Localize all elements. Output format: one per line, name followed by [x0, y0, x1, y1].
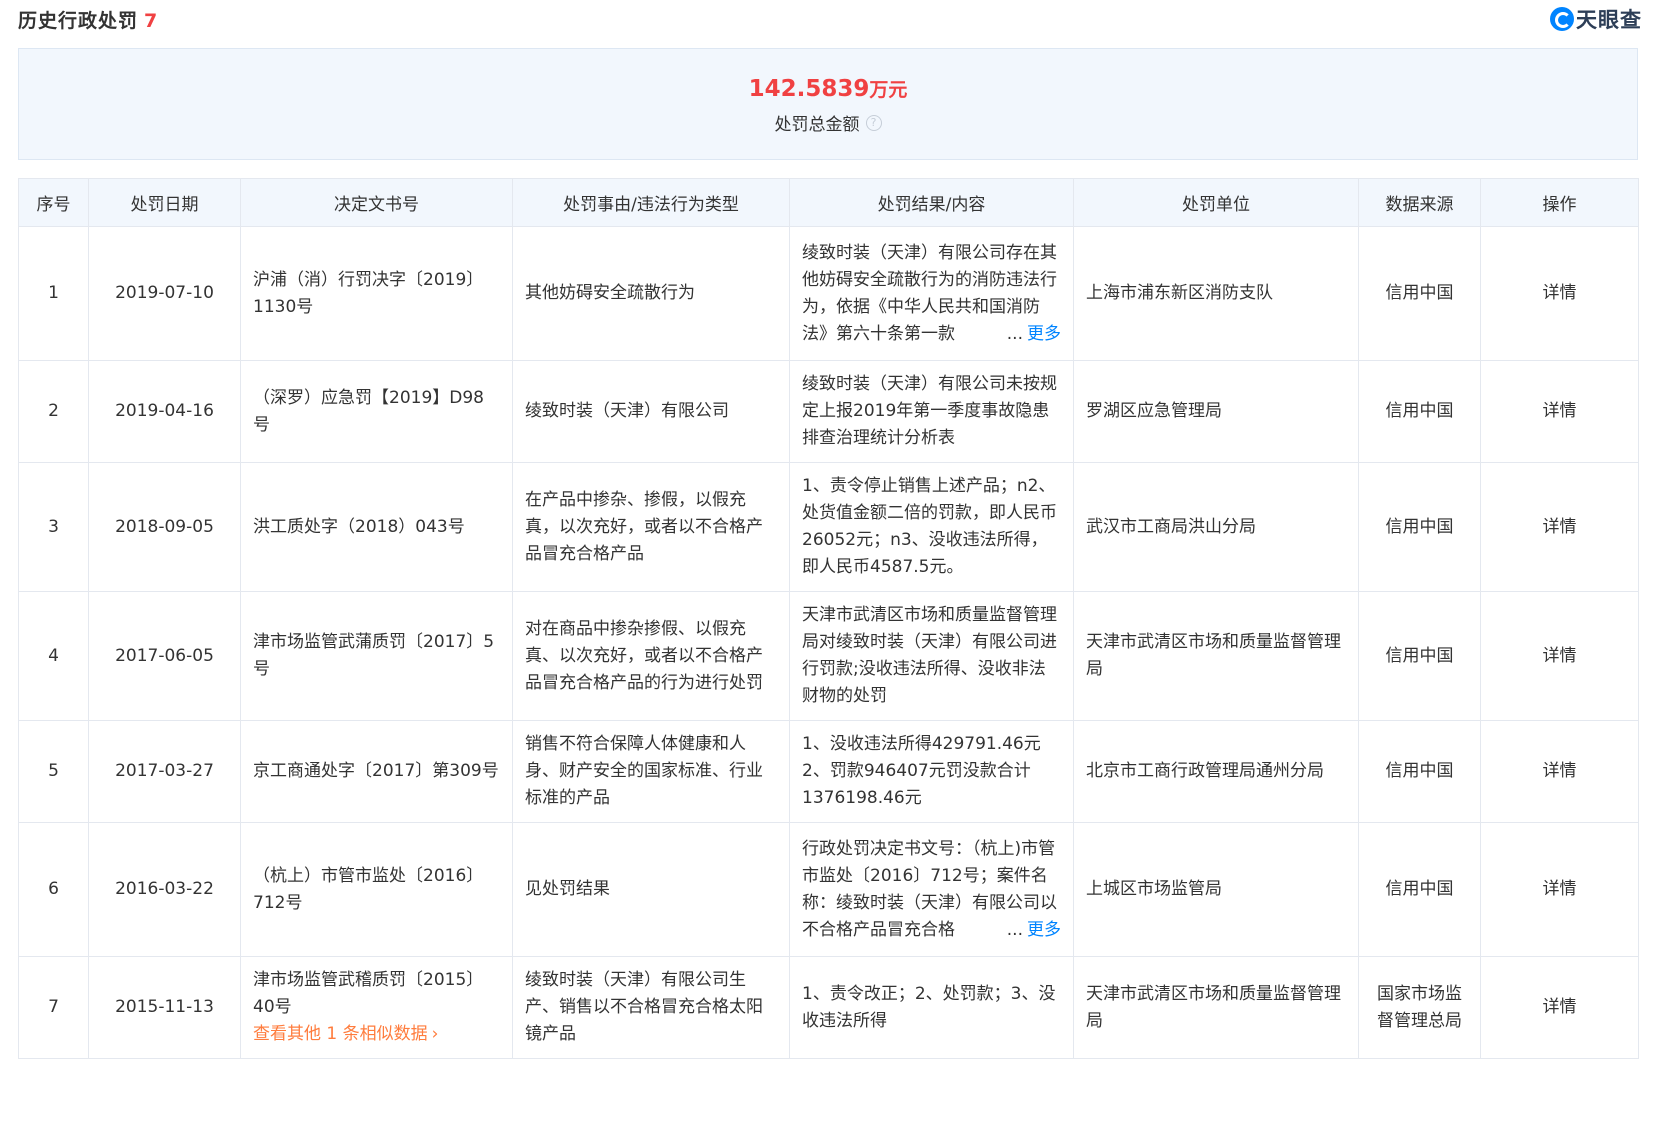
row-date: 2017-03-27: [88, 720, 241, 823]
row-doc-number: 津市场监管武蒲质罚〔2017〕5号: [240, 591, 513, 721]
row-result: 1、责令改正；2、处罚款；3、没收违法所得: [789, 956, 1074, 1059]
row-source: 信用中国: [1358, 462, 1481, 592]
penalty-total-label-row: 处罚总金额 ?: [775, 110, 882, 135]
detail-link[interactable]: 详情: [1480, 822, 1639, 957]
row-result: 绫致时装（天津）有限公司存在其他妨碍安全疏散行为的消防违法行为，依据《中华人民共…: [789, 226, 1074, 361]
brand-logo-text: 天眼查: [1576, 8, 1642, 32]
penalty-total-label: 处罚总金额: [774, 115, 860, 135]
tianyancha-logo-icon: [1550, 7, 1574, 31]
row-doc-number: 沪浦（消）行罚决字〔2019〕1130号: [240, 226, 513, 361]
row-date: 2016-03-22: [88, 822, 241, 957]
column-header-action: 操作: [1480, 178, 1639, 227]
row-index: 1: [18, 226, 89, 361]
row-result-wrap: 绫致时装（天津）有限公司存在其他妨碍安全疏散行为的消防违法行为，依据《中华人民共…: [802, 240, 1061, 348]
ellipsis: ...: [1006, 919, 1023, 940]
table-row: 4 2017-06-05 津市场监管武蒲质罚〔2017〕5号 对在商品中掺杂掺假…: [18, 591, 1639, 721]
row-date: 2019-07-10: [88, 226, 241, 361]
row-doc-number-cell: 津市场监管武稽质罚〔2015〕40号 查看其他 1 条相似数据 ›: [240, 956, 513, 1059]
brand-logo[interactable]: 天眼查: [1550, 4, 1642, 34]
table-row: 5 2017-03-27 京工商通处字〔2017〕第309号 销售不符合保障人体…: [18, 720, 1639, 823]
row-source: 信用中国: [1358, 226, 1481, 361]
row-index: 5: [18, 720, 89, 823]
section-title-text: 历史行政处罚: [18, 10, 139, 32]
chevron-right-icon: ›: [431, 1024, 439, 1044]
row-reason: 见处罚结果: [512, 822, 790, 957]
row-org: 北京市工商行政管理局通州分局: [1073, 720, 1359, 823]
detail-link[interactable]: 详情: [1480, 591, 1639, 721]
row-source: 国家市场监督管理总局: [1358, 956, 1481, 1059]
column-header-result: 处罚结果/内容: [789, 178, 1074, 227]
row-date: 2019-04-16: [88, 360, 241, 463]
row-index: 2: [18, 360, 89, 463]
row-date: 2015-11-13: [88, 956, 241, 1059]
column-header-doc-number: 决定文书号: [240, 178, 513, 227]
table-row: 6 2016-03-22 （杭上）市管市监处〔2016〕712号 见处罚结果 行…: [18, 822, 1639, 957]
row-date: 2018-09-05: [88, 462, 241, 592]
detail-link[interactable]: 详情: [1480, 956, 1639, 1059]
more-toggle[interactable]: ... 更多: [1000, 320, 1061, 348]
row-org: 罗湖区应急管理局: [1073, 360, 1359, 463]
row-date: 2017-06-05: [88, 591, 241, 721]
penalty-summary-card: 142.5839万元 处罚总金额 ?: [18, 48, 1638, 160]
row-org: 上城区市场监管局: [1073, 822, 1359, 957]
row-result: 1、责令停止销售上述产品；n2、处货值金额二倍的罚款，即人民币26052元；n3…: [789, 462, 1074, 592]
row-index: 7: [18, 956, 89, 1059]
row-reason: 其他妨碍安全疏散行为: [512, 226, 790, 361]
row-source: 信用中国: [1358, 822, 1481, 957]
penalty-table: 序号 处罚日期 决定文书号 处罚事由/违法行为类型 处罚结果/内容 处罚单位 数…: [18, 178, 1639, 1059]
similar-data-link[interactable]: 查看其他 1 条相似数据 ›: [253, 1021, 500, 1048]
similar-data-text: 查看其他 1 条相似数据: [253, 1024, 428, 1044]
column-header-date: 处罚日期: [88, 178, 241, 227]
row-source: 信用中国: [1358, 720, 1481, 823]
row-index: 6: [18, 822, 89, 957]
row-doc-number: 洪工质处字（2018）043号: [240, 462, 513, 592]
row-result: 行政处罚决定书文号：（杭上)市管市监处〔2016〕712号；案件名称：绫致时装（…: [789, 822, 1074, 957]
detail-link[interactable]: 详情: [1480, 360, 1639, 463]
row-reason: 销售不符合保障人体健康和人身、财产安全的国家标准、行业标准的产品: [512, 720, 790, 823]
row-result-wrap: 行政处罚决定书文号：（杭上)市管市监处〔2016〕712号；案件名称：绫致时装（…: [802, 836, 1061, 944]
column-header-org: 处罚单位: [1073, 178, 1359, 227]
penalty-total-value: 142.5839: [748, 76, 870, 102]
row-doc-number: 津市场监管武稽质罚〔2015〕40号: [253, 970, 484, 1017]
question-circle-icon[interactable]: ?: [865, 114, 882, 131]
row-org: 上海市浦东新区消防支队: [1073, 226, 1359, 361]
row-index: 3: [18, 462, 89, 592]
section-title: 历史行政处罚 7: [18, 6, 158, 33]
row-reason: 绫致时装（天津）有限公司: [512, 360, 790, 463]
row-result: 天津市武清区市场和质量监督管理局对绫致时装（天津）有限公司进行罚款;没收违法所得…: [789, 591, 1074, 721]
more-link[interactable]: 更多: [1027, 324, 1061, 344]
row-doc-number: 京工商通处字〔2017〕第309号: [240, 720, 513, 823]
row-org: 天津市武清区市场和质量监督管理局: [1073, 956, 1359, 1059]
table-header-row: 序号 处罚日期 决定文书号 处罚事由/违法行为类型 处罚结果/内容 处罚单位 数…: [18, 178, 1639, 227]
row-source: 信用中国: [1358, 360, 1481, 463]
section-count-badge: 7: [144, 10, 159, 32]
row-result: 1、没收违法所得429791.46元 2、罚款946407元罚没款合计13761…: [789, 720, 1074, 823]
page-header: 历史行政处罚 7 天眼查: [0, 0, 1656, 42]
row-source: 信用中国: [1358, 591, 1481, 721]
row-result: 绫致时装（天津）有限公司未按规定上报2019年第一季度事故隐患排查治理统计分析表: [789, 360, 1074, 463]
detail-link[interactable]: 详情: [1480, 720, 1639, 823]
table-row: 1 2019-07-10 沪浦（消）行罚决字〔2019〕1130号 其他妨碍安全…: [18, 226, 1639, 361]
table-row: 3 2018-09-05 洪工质处字（2018）043号 在产品中掺杂、掺假，以…: [18, 462, 1639, 592]
more-link[interactable]: 更多: [1027, 920, 1061, 940]
more-toggle[interactable]: ... 更多: [1000, 916, 1061, 944]
table-row: 2 2019-04-16 （深罗）应急罚【2019】D98号 绫致时装（天津）有…: [18, 360, 1639, 463]
column-header-source: 数据来源: [1358, 178, 1481, 227]
column-header-reason: 处罚事由/违法行为类型: [512, 178, 790, 227]
detail-link[interactable]: 详情: [1480, 462, 1639, 592]
row-org: 天津市武清区市场和质量监督管理局: [1073, 591, 1359, 721]
row-reason: 对在商品中掺杂掺假、以假充真、以次充好，或者以不合格产品冒充合格产品的行为进行处…: [512, 591, 790, 721]
ellipsis: ...: [1006, 323, 1023, 344]
row-doc-number: （杭上）市管市监处〔2016〕712号: [240, 822, 513, 957]
penalty-total-amount: 142.5839万元: [19, 75, 1637, 102]
row-reason: 绫致时装（天津）有限公司生产、销售以不合格冒充合格太阳镜产品: [512, 956, 790, 1059]
row-index: 4: [18, 591, 89, 721]
column-header-index: 序号: [18, 178, 89, 227]
row-doc-number: （深罗）应急罚【2019】D98号: [240, 360, 513, 463]
detail-link[interactable]: 详情: [1480, 226, 1639, 361]
penalty-total-unit: 万元: [869, 79, 908, 101]
table-row: 7 2015-11-13 津市场监管武稽质罚〔2015〕40号 查看其他 1 条…: [18, 956, 1639, 1059]
row-org: 武汉市工商局洪山分局: [1073, 462, 1359, 592]
row-reason: 在产品中掺杂、掺假，以假充真，以次充好，或者以不合格产品冒充合格产品: [512, 462, 790, 592]
